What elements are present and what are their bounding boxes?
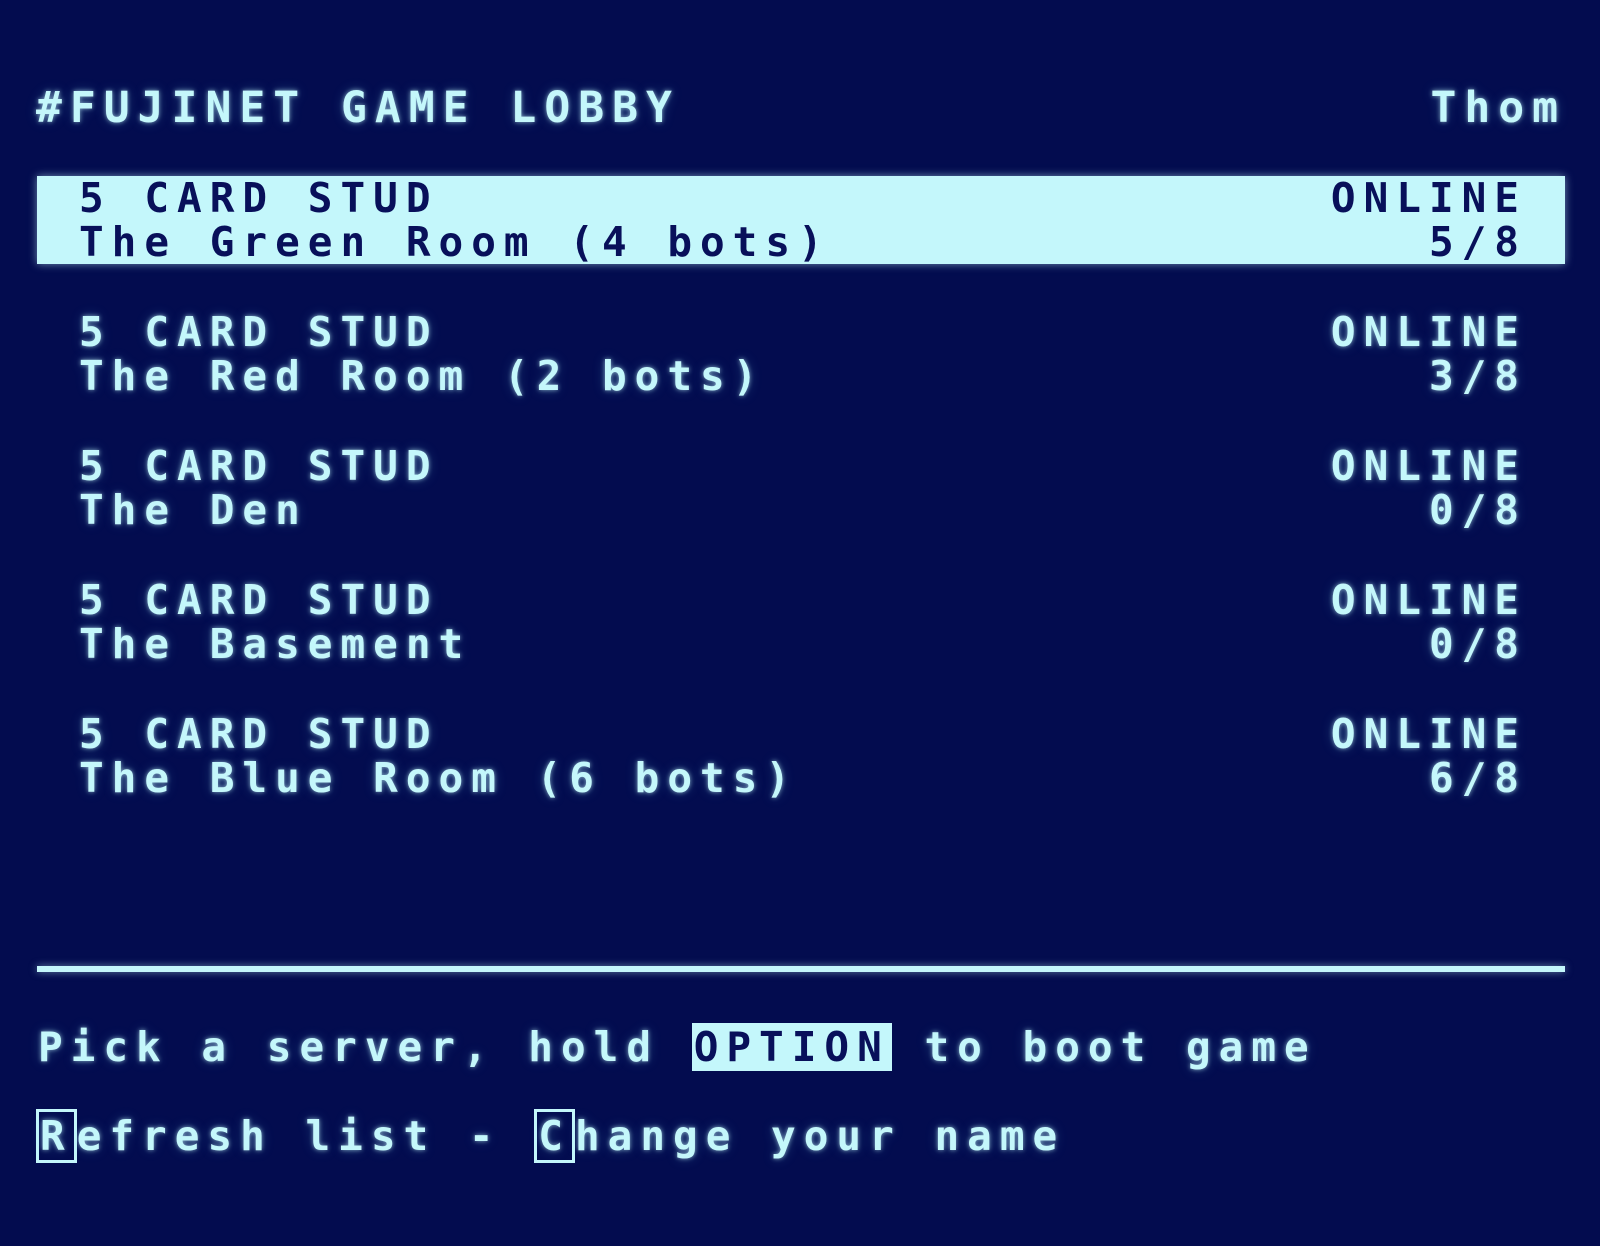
instructions-text: Pick a server, hold OPTION to boot game [38,1022,1317,1072]
keyboard-help: Refresh list - Change your name [36,1109,1066,1163]
change-name-label: hange your name [574,1112,1066,1160]
lobby-screen: #FUJINET GAME LOBBY Thom 5 CARD STUD ONL… [0,0,1600,1246]
server-item-basement[interactable]: 5 CARD STUD ONLINE The Basement 0/8 [37,578,1565,666]
refresh-label: efresh list - [76,1112,535,1160]
change-name-key[interactable]: C [534,1109,575,1163]
server-player-count: 0/8 [1428,486,1527,534]
server-game-title: 5 CARD STUD [79,174,439,222]
page-title: #FUJINET GAME LOBBY [36,83,680,133]
server-item-blue-room[interactable]: 5 CARD STUD ONLINE The Blue Room (6 bots… [37,712,1565,800]
server-item-den[interactable]: 5 CARD STUD ONLINE The Den 0/8 [37,444,1565,532]
server-item-red-room[interactable]: 5 CARD STUD ONLINE The Red Room (2 bots)… [37,310,1565,398]
server-room-name: The Basement [79,620,472,668]
server-player-count: 5/8 [1428,218,1527,266]
server-game-title: 5 CARD STUD [79,710,439,758]
server-status: ONLINE [1330,710,1527,758]
server-game-title: 5 CARD STUD [79,576,439,624]
server-game-title: 5 CARD STUD [79,442,439,490]
server-player-count: 6/8 [1428,754,1527,802]
instructions-prefix: Pick a server, hold [38,1023,692,1071]
server-player-count: 0/8 [1428,620,1527,668]
server-item-green-room[interactable]: 5 CARD STUD ONLINE The Green Room (4 bot… [37,176,1565,264]
server-room-name: The Green Room (4 bots) [79,218,831,266]
server-status: ONLINE [1330,576,1527,624]
player-name: Thom [1430,83,1566,133]
server-status: ONLINE [1330,442,1527,490]
server-status: ONLINE [1330,308,1527,356]
server-player-count: 3/8 [1428,352,1527,400]
server-room-name: The Blue Room (6 bots) [79,754,799,802]
server-room-name: The Den [79,486,308,534]
server-game-title: 5 CARD STUD [79,308,439,356]
server-list: 5 CARD STUD ONLINE The Green Room (4 bot… [37,176,1565,846]
option-key: OPTION [691,1023,892,1071]
server-room-name: The Red Room (2 bots) [79,352,766,400]
divider [37,966,1565,972]
instructions-suffix: to boot game [891,1023,1317,1071]
server-status: ONLINE [1330,174,1527,222]
refresh-key[interactable]: R [36,1109,77,1163]
